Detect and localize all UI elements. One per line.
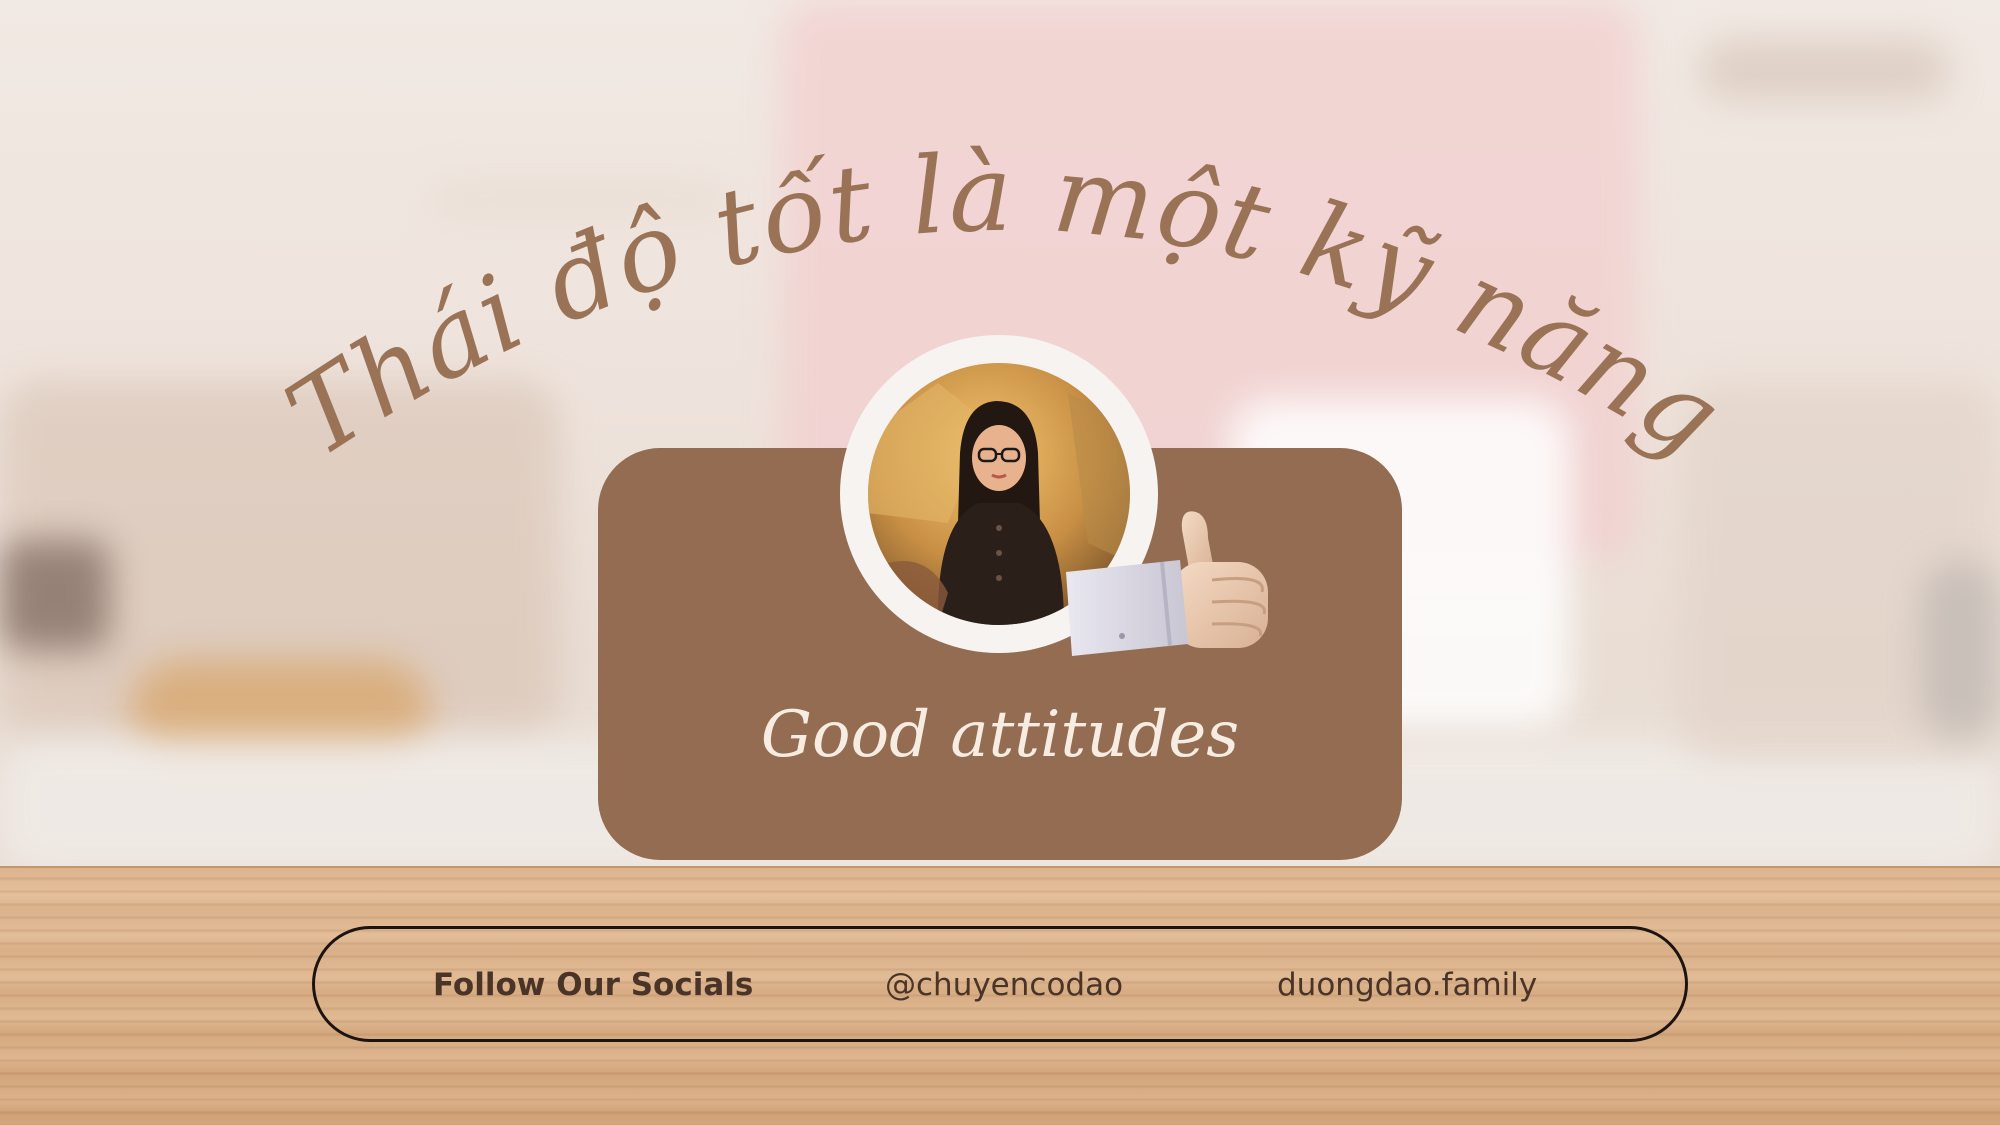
thumbs-up-icon <box>1062 508 1280 658</box>
website-link[interactable]: duongdao.family <box>1277 967 1537 1003</box>
social-handle-link[interactable]: @chuyencodao <box>885 967 1123 1003</box>
socials-bar: Follow Our Socials @chuyencodao duongdao… <box>312 926 1688 1042</box>
card-caption: Good attitudes <box>760 698 1240 772</box>
follow-label: Follow Our Socials <box>433 967 754 1003</box>
